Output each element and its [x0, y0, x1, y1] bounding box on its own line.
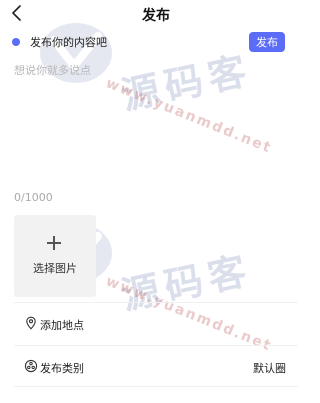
compose-heading: 发布你的内容吧 — [30, 36, 107, 49]
location-pin-icon — [26, 316, 36, 330]
add-location-label: 添加地点 — [40, 319, 84, 332]
accent-dot-icon — [12, 38, 20, 46]
publish-page: 源码客 www.yuanmdd.net 源码客 www.yuanmdd.net … — [0, 0, 312, 403]
category-icon — [24, 359, 38, 373]
category-row[interactable]: 发布类别 默认圈 — [14, 345, 298, 387]
publish-button[interactable]: 发布 — [249, 32, 285, 52]
char-counter: 0/1000 — [14, 191, 53, 204]
add-location-row[interactable]: 添加地点 — [14, 302, 298, 344]
category-label: 发布类别 — [40, 362, 84, 375]
compose-header: 发布你的内容吧 发布 — [12, 32, 300, 54]
select-image-button[interactable]: 选择图片 — [14, 215, 96, 297]
select-image-label: 选择图片 — [33, 262, 77, 275]
category-value: 默认圈 — [253, 362, 286, 375]
plus-icon — [47, 236, 61, 250]
content-input[interactable] — [14, 62, 298, 182]
page-title: 发布 — [142, 8, 170, 24]
nav-bar: 发布 — [0, 0, 312, 28]
